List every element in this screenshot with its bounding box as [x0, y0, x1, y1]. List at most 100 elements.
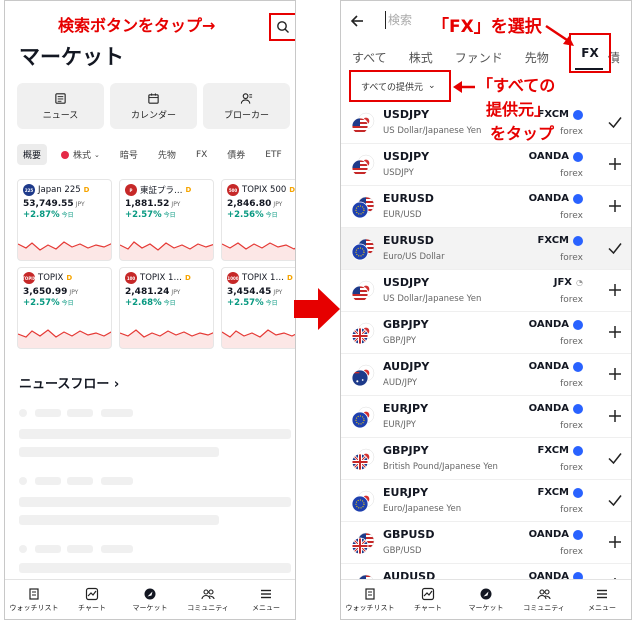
- symbol-row[interactable]: EURUSD Euro/US Dollar FXCM forex: [341, 228, 631, 270]
- index-card[interactable]: TOPIX TOPIX D 3,650.99 JPY +2.57% 今日: [17, 267, 112, 349]
- symbol-row[interactable]: GBPJPY British Pound/Japanese Yen FXCM f…: [341, 438, 631, 480]
- add-icon[interactable]: [607, 198, 623, 214]
- provider-label: OANDA: [528, 319, 569, 330]
- nav-chart[interactable]: チャート: [63, 580, 121, 619]
- add-icon[interactable]: [607, 534, 623, 550]
- symbol-type: forex: [560, 505, 583, 515]
- symbol-ticker: GBPJPY: [383, 444, 429, 457]
- chip-futures[interactable]: 先物: [152, 144, 182, 165]
- change-period: 今日: [163, 300, 176, 307]
- community-icon: [537, 588, 551, 599]
- symbol-row[interactable]: EURJPY Euro/Japanese Yen FXCM forex: [341, 480, 631, 522]
- index-logo-icon: 1000: [227, 272, 239, 284]
- symbol-ticker: USDJPY: [383, 276, 430, 289]
- add-icon[interactable]: [607, 366, 623, 382]
- nav-label: マーケット: [132, 603, 168, 612]
- index-card[interactable]: 225 Japan 225 D 53,749.55 JPY +2.87% 今日: [17, 179, 112, 261]
- add-icon[interactable]: [607, 282, 623, 298]
- symbol-row[interactable]: USDJPY USDJPY OANDA forex: [341, 144, 631, 186]
- symbol-ticker: AUDJPY: [383, 360, 430, 373]
- symbol-description: EUR/JPY: [383, 420, 416, 430]
- tab-0[interactable]: すべて: [341, 49, 398, 66]
- index-card[interactable]: 1000 TOPIX 1… D 3,454.45 JPY +2.57% 今日: [221, 267, 295, 349]
- tab-3[interactable]: 先物: [514, 49, 560, 66]
- nav-menu[interactable]: メニュー: [573, 580, 631, 619]
- gb-jp-flag-icon: [351, 448, 375, 471]
- add-icon[interactable]: [607, 324, 623, 340]
- chip-fx[interactable]: FX: [190, 146, 213, 164]
- index-logo-icon: 100: [125, 272, 137, 284]
- provider-label: FXCM: [537, 487, 569, 498]
- chip-overview[interactable]: 概要: [17, 144, 48, 165]
- change-value: +2.56%: [227, 210, 264, 220]
- nav-community[interactable]: コミュニティ: [515, 580, 573, 619]
- eu-jp-flag-icon: [351, 406, 375, 429]
- index-change: +2.56% 今日: [227, 210, 295, 220]
- symbol-row[interactable]: USDJPY US Dollar/Japanese Yen JFX ◔ forex: [341, 270, 631, 312]
- check-icon[interactable]: [607, 114, 623, 130]
- chip-bonds[interactable]: 債券: [221, 144, 251, 165]
- provider-filter-dropdown[interactable]: すべての提供元 ⌄: [349, 70, 451, 102]
- nav-watchlist[interactable]: ウォッチリスト: [341, 580, 399, 619]
- check-icon[interactable]: [607, 240, 623, 256]
- tab-2[interactable]: ファンド: [444, 49, 514, 66]
- verified-provider-icon: [573, 109, 583, 120]
- search-icon: [277, 21, 289, 33]
- nav-label: チャート: [78, 603, 106, 612]
- nav-community[interactable]: コミュニティ: [179, 580, 237, 619]
- eu-us-flag-icon: [351, 238, 375, 261]
- news-button[interactable]: ニュース: [17, 83, 104, 129]
- card-header: 500 TOPIX 500 D: [227, 184, 295, 196]
- change-period: 今日: [265, 212, 278, 219]
- news-label: ニュース: [42, 110, 79, 121]
- check-icon[interactable]: [607, 492, 623, 508]
- nav-label: メニュー: [252, 603, 280, 612]
- provider-label: OANDA: [528, 529, 569, 540]
- symbol-type: forex: [560, 463, 583, 473]
- symbol-row[interactable]: EURJPY EUR/JPY OANDA forex: [341, 396, 631, 438]
- chip-crypto[interactable]: 暗号: [114, 144, 144, 165]
- check-icon[interactable]: [607, 450, 623, 466]
- index-card[interactable]: 100 TOPIX 1… D 2,481.24 JPY +2.68% 今日: [119, 267, 214, 349]
- markets-screen: マーケット ニュース カレンダー ブローカー 概要 株式 ⌄ 暗号 先物 FX 債…: [4, 0, 296, 620]
- verified-provider-icon: [573, 445, 583, 456]
- sparkline-chart: [222, 329, 295, 348]
- nav-chart[interactable]: チャート: [399, 580, 457, 619]
- nav-markets[interactable]: マーケット: [121, 580, 179, 619]
- back-arrow-icon[interactable]: [349, 13, 365, 29]
- symbol-row[interactable]: GBPJPY GBP/JPY OANDA forex: [341, 312, 631, 354]
- nav-watchlist[interactable]: ウォッチリスト: [5, 580, 63, 619]
- tab-1[interactable]: 株式: [398, 49, 444, 66]
- nav-markets[interactable]: マーケット: [457, 580, 515, 619]
- sparkline-chart: [120, 329, 213, 348]
- provider-name: OANDA: [529, 529, 583, 540]
- search-input[interactable]: 検索: [385, 11, 412, 29]
- symbol-row[interactable]: AUDJPY AUD/JPY OANDA forex: [341, 354, 631, 396]
- change-value: +2.68%: [125, 298, 162, 308]
- add-icon[interactable]: [607, 408, 623, 424]
- search-button[interactable]: [269, 13, 295, 41]
- eu-us-flag-icon: [351, 196, 375, 219]
- provider-label: OANDA: [528, 361, 569, 372]
- symbol-description: US Dollar/Japanese Yen: [383, 294, 482, 304]
- symbol-row[interactable]: EURUSD EUR/USD OANDA forex: [341, 186, 631, 228]
- news-flow-heading[interactable]: ニュースフロー ›: [19, 373, 119, 392]
- provider-name: OANDA: [529, 319, 583, 330]
- symbol-type: forex: [560, 337, 583, 347]
- index-price: 3,454.45 JPY: [227, 287, 295, 297]
- chip-etf[interactable]: ETF: [259, 146, 287, 164]
- calendar-button[interactable]: カレンダー: [110, 83, 197, 129]
- tab-label: FX: [581, 46, 599, 60]
- index-name: TOPIX 1…: [242, 273, 284, 283]
- add-icon[interactable]: [607, 156, 623, 172]
- symbol-type: forex: [560, 253, 583, 263]
- index-logo-icon: P: [125, 184, 137, 196]
- nav-menu[interactable]: メニュー: [237, 580, 295, 619]
- symbol-row[interactable]: GBPUSD GBP/USD OANDA forex: [341, 522, 631, 564]
- chip-stocks[interactable]: 株式 ⌄: [55, 144, 106, 165]
- delay-badge: D: [185, 186, 192, 194]
- broker-button[interactable]: ブローカー: [203, 83, 290, 129]
- index-card[interactable]: P 東証プラ… D 1,881.52 JPY +2.57% 今日: [119, 179, 214, 261]
- verified-provider-icon: [573, 235, 583, 246]
- index-card[interactable]: 500 TOPIX 500 D 2,846.80 JPY +2.56% 今日: [221, 179, 295, 261]
